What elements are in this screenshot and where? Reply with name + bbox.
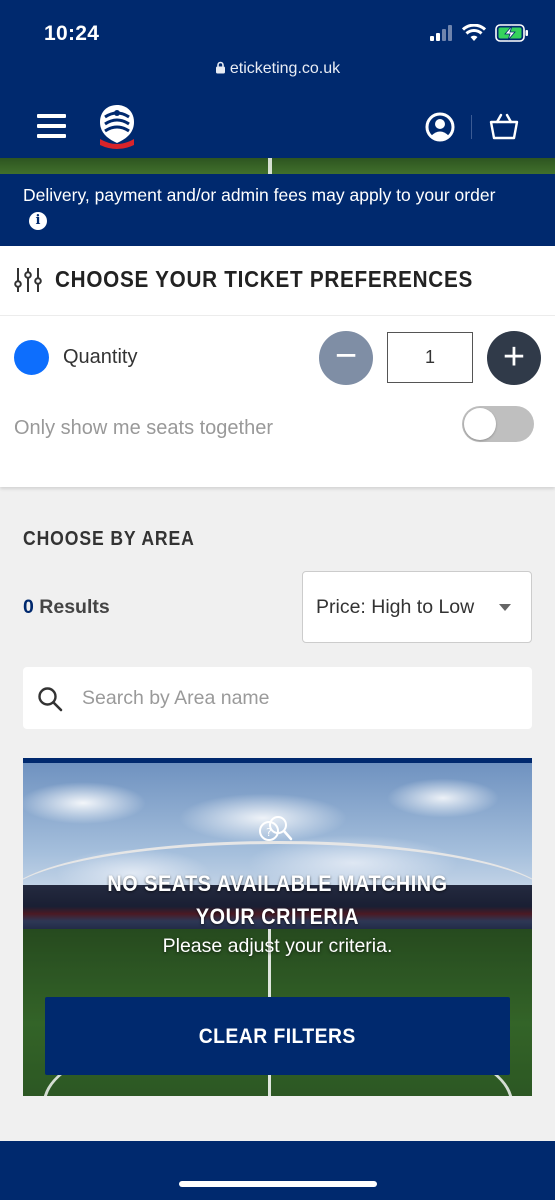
address-bar[interactable]: eticketing.co.uk	[0, 60, 555, 78]
club-crest-logo[interactable]	[96, 103, 138, 151]
search-question-icon: ?	[259, 816, 293, 841]
preferences-title: CHOOSE YOUR TICKET PREFERENCES	[55, 266, 474, 292]
status-icons	[429, 24, 529, 42]
choose-by-area-heading: CHOOSE BY AREA	[23, 528, 195, 550]
battery-charging-icon	[495, 24, 528, 42]
fees-notice: Delivery, payment and/or admin fees may …	[0, 174, 555, 246]
top-bar: 10:24 eticketing.co.uk	[0, 0, 555, 162]
lock-icon	[215, 61, 225, 74]
url-text: eticketing.co.uk	[229, 60, 341, 77]
home-indicator[interactable]	[179, 1181, 377, 1187]
caret-down-icon	[499, 604, 511, 611]
basket-icon[interactable]	[488, 110, 520, 142]
wifi-icon	[462, 24, 486, 41]
no-seats-subtitle: Please adjust your criteria.	[162, 935, 393, 957]
search-icon	[38, 687, 63, 712]
sort-dropdown[interactable]: Price: High to Low	[302, 571, 532, 643]
preferences-header: CHOOSE YOUR TICKET PREFERENCES	[0, 246, 555, 316]
sliders-icon	[14, 268, 42, 292]
info-icon[interactable]: i	[29, 212, 47, 230]
increase-quantity-button[interactable]: +	[487, 331, 541, 385]
header-divider	[471, 115, 472, 139]
no-seats-title: NO SEATS AVAILABLE MATCHING YOUR CRITERI…	[107, 871, 448, 929]
results-count: 0 Results	[23, 596, 110, 619]
quantity-field[interactable]: 1	[387, 332, 473, 383]
seats-together-toggle[interactable]	[462, 406, 534, 442]
sort-selected-value: Price: High to Low	[316, 596, 475, 618]
toggle-knob	[464, 408, 496, 440]
clear-filters-label: CLEAR FILTERS	[198, 1024, 357, 1048]
hamburger-icon[interactable]	[37, 114, 66, 138]
bottom-bar	[0, 1141, 555, 1200]
decrease-quantity-button[interactable]: −	[319, 331, 373, 385]
header-banner-image	[0, 158, 555, 174]
results-number: 0	[23, 596, 34, 618]
fees-notice-text: Delivery, payment and/or admin fees may …	[23, 185, 496, 205]
signal-icon	[430, 25, 452, 41]
status-time: 10:24	[44, 22, 100, 45]
results-label: Results	[39, 596, 110, 618]
quantity-indicator-dot	[14, 340, 49, 375]
area-search-box[interactable]	[23, 667, 532, 729]
ticket-preferences-panel: CHOOSE YOUR TICKET PREFERENCES Quantity …	[0, 246, 555, 487]
area-search-input[interactable]	[82, 683, 512, 713]
quantity-label: Quantity	[63, 346, 138, 368]
user-circle-icon[interactable]	[425, 112, 455, 142]
clear-filters-button[interactable]: CLEAR FILTERS	[45, 997, 510, 1075]
seats-together-label: Only show me seats together	[14, 417, 274, 439]
no-results-card: ? NO SEATS AVAILABLE MATCHING YOUR CRITE…	[23, 758, 532, 1096]
